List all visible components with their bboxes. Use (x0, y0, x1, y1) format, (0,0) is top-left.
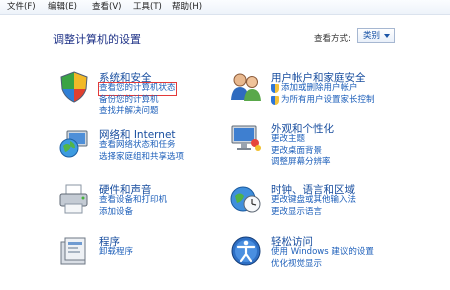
link-windows-recommended-settings[interactable]: 使用 Windows 建议的设置 (271, 247, 374, 259)
link-change-keyboard-input[interactable]: 更改键盘或其他输入法 (271, 195, 356, 207)
link-homegroup-sharing[interactable]: 选择家庭组和共享选项 (99, 152, 184, 164)
link-backup-computer[interactable]: 备份您的计算机 (99, 95, 176, 107)
link-change-desktop-background[interactable]: 更改桌面背景 (271, 146, 331, 158)
link-adjust-resolution[interactable]: 调整屏幕分辨率 (271, 157, 331, 169)
link-add-device[interactable]: 添加设备 (99, 207, 167, 219)
link-view-computer-status[interactable]: 查看您的计算机状态 (98, 82, 177, 96)
link-devices-printers[interactable]: 查看设备和打印机 (99, 195, 167, 207)
menu-edit[interactable]: 编辑(E) (48, 1, 77, 13)
page-title: 调整计算机的设置 (53, 33, 141, 46)
view-by-value: 类别 (363, 31, 381, 41)
chevron-down-icon (384, 34, 390, 38)
link-uninstall-program[interactable]: 卸载程序 (99, 247, 133, 259)
link-change-theme[interactable]: 更改主题 (271, 134, 331, 146)
link-find-fix-problems[interactable]: 查找并解决问题 (99, 106, 176, 118)
link-optimize-visual-display[interactable]: 优化视觉显示 (271, 259, 374, 271)
menu-file[interactable]: 文件(F) (7, 1, 36, 13)
link-network-status-tasks[interactable]: 查看网络状态和任务 (99, 140, 184, 152)
menu-tools[interactable]: 工具(T) (133, 1, 162, 13)
menu-view[interactable]: 查看(V) (92, 1, 121, 13)
programs-icon[interactable] (57, 234, 91, 268)
link-add-remove-accounts[interactable]: 添加或删除用户帐户 (271, 83, 375, 95)
menu-help[interactable]: 帮助(H) (172, 1, 202, 13)
link-parental-controls[interactable]: 为所有用户设置家长控制 (271, 95, 375, 107)
accessibility-icon[interactable] (229, 234, 263, 268)
globe-network-icon[interactable] (57, 127, 91, 161)
view-by-dropdown[interactable]: 类别 (357, 28, 395, 43)
users-icon[interactable] (229, 70, 263, 104)
view-by-label: 查看方式: (314, 34, 351, 44)
printer-icon[interactable] (57, 182, 91, 216)
link-change-display-language[interactable]: 更改显示语言 (271, 207, 356, 219)
clock-globe-icon[interactable] (229, 182, 263, 216)
monitor-paint-icon[interactable] (229, 121, 263, 155)
menu-bar: 文件(F) 编辑(E) 查看(V) 工具(T) 帮助(H) (0, 0, 450, 15)
shield-icon[interactable] (57, 70, 91, 104)
